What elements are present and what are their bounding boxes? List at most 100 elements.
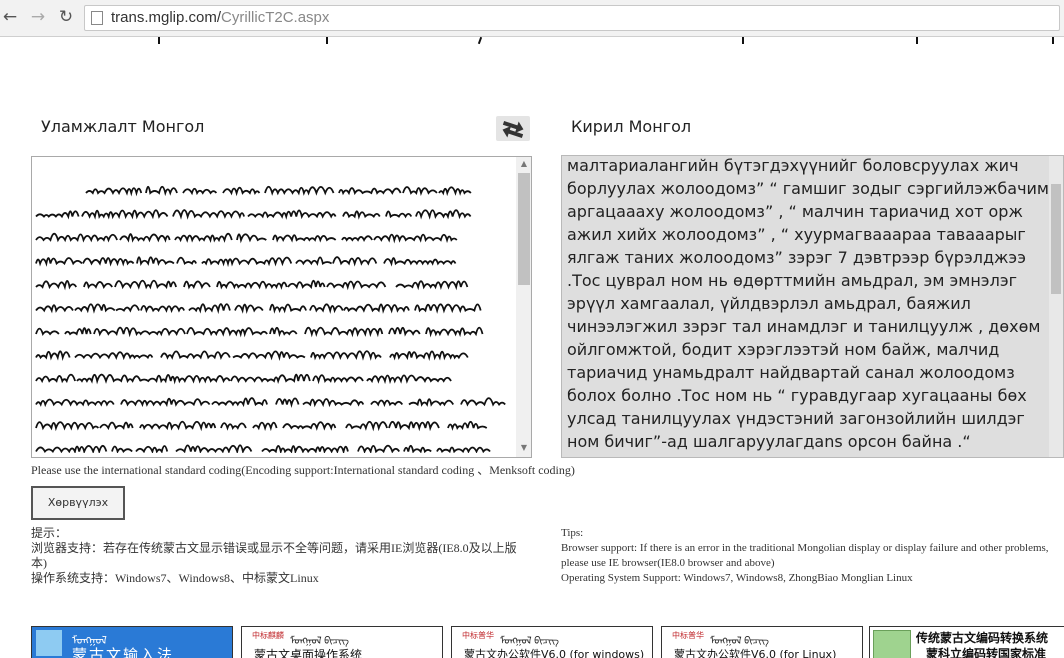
keyboard-icon — [36, 630, 62, 656]
banner-desktop-os[interactable]: 中标麒麟 ᠮᠣᠩᠭᠣᠯ ᠪᠢᠴᠢᠭ 蒙古文桌面操作系统 — [241, 626, 443, 658]
mongolian-word — [74, 303, 116, 314]
banner-office-linux[interactable]: 中标普华 ᠮᠣᠩᠭᠣᠯ ᠪᠢᠴᠢᠭ 蒙古文办公软件V6.0 (for Linux… — [661, 626, 863, 658]
mongolian-word — [220, 422, 247, 431]
mongolian-word — [309, 303, 344, 315]
mongolian-word — [342, 210, 381, 220]
banner-title: 蒙古文办公软件V6.0 (for Linux) — [674, 648, 837, 658]
source-language-title: Уламжлалт Монгол — [41, 117, 205, 136]
mongolian-word — [403, 444, 432, 453]
mongolian-word — [186, 327, 268, 338]
mongolian-word — [136, 256, 175, 267]
mongolian-word — [338, 187, 402, 196]
target-language-title: Кирил Монгол — [571, 117, 692, 136]
mongolian-word — [135, 445, 169, 453]
mongolian-word — [111, 445, 133, 453]
tips-chinese: 提示： 浏览器支持：若存在传统蒙古文显示错误或显示不全等问题，请采用IE浏览器(… — [31, 526, 521, 586]
tips-browser-support: Browser support: If there is an error in… — [561, 542, 1049, 569]
mongolian-glyphs: ᠮᠣᠩᠭᠣᠯ ᠪᠢᠴᠢᠭ — [500, 636, 559, 647]
mongolian-word — [201, 256, 293, 268]
mongolian-word — [145, 185, 178, 197]
url-text[interactable]: trans.mglip.com/CyrillicT2C.aspx — [111, 9, 329, 26]
address-bar[interactable]: trans.mglip.com/CyrillicT2C.aspx — [84, 5, 1060, 31]
mongolian-word — [35, 327, 60, 336]
ruler-tick — [158, 37, 160, 44]
banner-office-windows[interactable]: 中标普华 ᠮᠣᠩᠭᠣᠯ ᠪᠢᠴᠢᠭ 蒙古文办公软件V6.0 (for windo… — [451, 626, 653, 658]
mongolian-word — [388, 326, 421, 337]
banner-code-converter[interactable]: 传统蒙古文编码转换系统 蒙科立编码转国家标准 — [869, 626, 1064, 658]
mongolian-word — [222, 186, 261, 197]
tips-heading: Tips: — [561, 527, 584, 539]
mongolian-word — [345, 420, 388, 432]
browser-toolbar: ← → ↻ trans.mglip.com/CyrillicT2C.aspx — [0, 0, 1064, 37]
swap-arrows-icon — [502, 121, 524, 138]
mongolian-word — [64, 327, 92, 336]
ruler-tick — [916, 37, 918, 44]
ruler-tick — [1052, 37, 1054, 44]
tips-os-support: Operating System Support: Windows7, Wind… — [561, 572, 913, 584]
mongolian-word — [408, 398, 455, 407]
mongolian-word — [183, 280, 211, 290]
banner-subtitle: 蒙科立编码转国家标准 — [926, 647, 1047, 658]
source-scrollbar[interactable]: ▲ ▼ — [516, 157, 531, 457]
mongolian-script-text — [35, 185, 506, 453]
banner-title: 蒙古文桌面操作系统 — [254, 648, 363, 658]
mongolian-word — [395, 280, 469, 291]
mongolian-word — [211, 397, 268, 408]
brand-logo: 中标麒麟 — [252, 631, 284, 640]
mongolian-word — [438, 186, 472, 197]
mongolian-word — [385, 210, 413, 219]
forward-icon[interactable]: → — [28, 7, 48, 27]
mongolian-word — [275, 397, 300, 408]
mongolian-word — [85, 187, 143, 197]
mongolian-word — [35, 232, 118, 243]
mongolian-word — [35, 257, 83, 267]
mongolian-word — [35, 398, 115, 408]
swap-languages-button[interactable] — [496, 116, 530, 141]
mongolian-word — [304, 326, 384, 338]
banner-title: 传统蒙古文编码转换系统 — [916, 631, 1049, 645]
mongolian-word — [120, 397, 211, 408]
mongolian-word — [415, 376, 452, 383]
brand-logo: 中标普华 — [462, 631, 494, 640]
mongolian-word — [114, 279, 177, 290]
mongolian-word — [295, 256, 333, 267]
brand-logo: 中标普华 — [672, 631, 704, 640]
banner-input-method[interactable]: ᠮᠣᠩᠭᠣᠯ 蒙古文输入法 — [31, 626, 233, 658]
mongolian-word — [343, 303, 410, 314]
mongolian-word — [447, 420, 488, 431]
mongolian-word — [436, 446, 491, 453]
scroll-thumb[interactable] — [518, 173, 530, 285]
mongolian-word — [261, 444, 349, 453]
mongolian-word — [310, 350, 382, 361]
tips-heading: 提示： — [31, 526, 68, 540]
result-scrollbar[interactable] — [1049, 156, 1063, 457]
mongolian-word — [370, 399, 404, 408]
mongolian-word — [287, 279, 326, 290]
scroll-up-icon[interactable]: ▲ — [516, 157, 531, 171]
page-icon — [91, 11, 103, 25]
mongolian-word — [35, 210, 80, 220]
source-textarea[interactable]: ▲ ▼ — [31, 156, 532, 458]
tips-os-support: 操作系统支持：Windows7、Windows8、中标蒙文Linux — [31, 571, 319, 585]
mongolian-word — [232, 350, 306, 362]
mongolian-glyphs: ᠮᠣᠩᠭᠣᠯ ᠪᠢᠴᠢᠭ — [710, 636, 769, 647]
mongolian-word — [93, 326, 186, 338]
mongolian-word — [269, 326, 298, 338]
ruler-tick — [326, 37, 328, 44]
back-icon[interactable]: ← — [0, 7, 20, 27]
mongolian-word — [182, 187, 218, 196]
convert-button[interactable]: Хөрвүүлэх — [31, 486, 125, 520]
mongolian-word — [414, 303, 482, 314]
result-textarea[interactable]: малтариалангийн бүтэгдэхүүнийг боловсруу… — [561, 155, 1064, 458]
ruler-tick — [742, 37, 744, 44]
result-text[interactable]: малтариалангийн бүтэгдэхүүнийг боловсруу… — [567, 156, 1052, 457]
mongolian-word — [139, 374, 231, 385]
reload-icon[interactable]: ↻ — [56, 7, 76, 27]
mongolian-word — [302, 398, 365, 408]
scroll-down-icon[interactable]: ▼ — [516, 441, 531, 455]
mongolian-word — [366, 374, 417, 385]
mongolian-word — [35, 280, 78, 291]
mongolian-word — [402, 186, 438, 197]
mongolian-word — [115, 304, 140, 313]
scroll-thumb[interactable] — [1051, 184, 1061, 294]
